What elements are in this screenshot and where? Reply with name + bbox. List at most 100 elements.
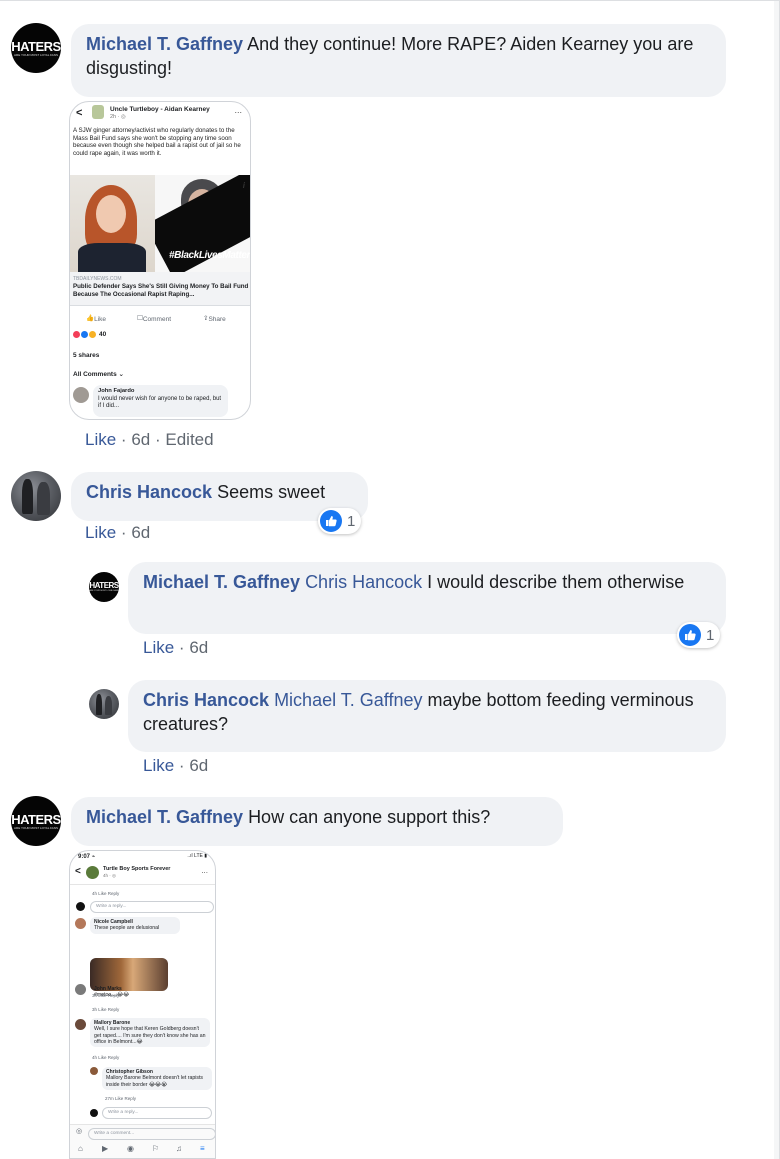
mention-link[interactable]: Chris Hancock <box>305 572 422 592</box>
pages-icon: ⚐ <box>152 1144 160 1153</box>
embedded-shares: 5 shares <box>73 352 100 359</box>
more-options-icon: ... <box>201 866 208 875</box>
embedded-comment-text: #metoo....😂😂 <box>94 992 130 999</box>
embedded-reply-input: Write a reply... <box>102 1107 212 1119</box>
info-icon: i <box>242 181 245 190</box>
embedded-comment-avatar <box>73 387 89 403</box>
reply-bubble: Chris Hancock Michael T. Gaffney maybe b… <box>128 680 726 752</box>
embedded-comment-avatar <box>75 984 86 995</box>
like-link[interactable]: Like <box>143 756 174 775</box>
embedded-comment-avatar <box>75 918 86 929</box>
avatar-logo-subtext: ARE YOUR MOST LOYAL FANS <box>14 825 58 830</box>
embedded-comment-author: John Fajardo <box>98 388 135 394</box>
phone-signal-icon: ..ıl LTE ▮ <box>187 853 207 859</box>
avatar-logo-text: HATERS <box>89 581 119 590</box>
camera-icon: ◎ <box>76 1128 83 1135</box>
like-link[interactable]: Like <box>85 523 116 542</box>
embedded-comment-text: Well, I sure hope that Keren Goldberg do… <box>94 1026 206 1045</box>
comment-timestamp[interactable]: 6d <box>131 430 150 449</box>
menu-icon: ≡ <box>200 1144 205 1153</box>
link-domain: TBDAILYNEWS.COM <box>73 276 122 282</box>
reaction-summary[interactable]: 1 <box>677 622 721 648</box>
page-profile-icon <box>92 105 104 119</box>
embedded-comment-meta: 27m Like Reply <box>105 1096 137 1101</box>
comment-meta: Like · 6d <box>143 638 208 658</box>
embedded-share-action: ⇪ Share <box>203 315 226 323</box>
comment-author-link[interactable]: Michael T. Gaffney <box>86 34 243 54</box>
back-arrow-icon: < <box>76 107 83 119</box>
comment-text: Seems sweet <box>217 482 326 502</box>
avatar[interactable]: HATERS ARE YOUR MOST LOYAL FANS <box>11 796 61 846</box>
embedded-page-name: Turtle Boy Sports Forever <box>103 866 171 872</box>
meta-separator: · <box>178 638 185 657</box>
embedded-comment-meta: 4h Like Reply <box>92 1055 120 1060</box>
avatar-logo-subtext: ARE YOUR MOST LOYAL FANS <box>89 590 119 592</box>
comment-attachment-screenshot[interactable]: 9:07 ⌁ ..ıl LTE ▮ < Turtle Boy Sports Fo… <box>69 850 216 1159</box>
embedded-comment-avatar <box>76 902 85 911</box>
embedded-reactions: 40 <box>73 331 106 338</box>
comment-timestamp[interactable]: 6d <box>189 756 208 775</box>
back-arrow-icon: < <box>75 866 81 877</box>
groups-icon: ◉ <box>127 1144 134 1153</box>
like-link[interactable]: Like <box>143 638 174 657</box>
photo-woman-gray-hair: #BlackLivesMatter i <box>155 175 251 272</box>
reply-bubble: Michael T. Gaffney Chris Hancock I would… <box>128 562 726 634</box>
comment-timestamp[interactable]: 6d <box>189 638 208 657</box>
more-options-icon: ... <box>234 105 242 115</box>
embedded-action-bar: 👍 Like ☐ Comment ⇪ Share <box>70 312 250 326</box>
mention-link[interactable]: Michael T. Gaffney <box>274 690 422 710</box>
comment-attachment-screenshot[interactable]: < Uncle Turtleboy - Aidan Kearney 2h · ◎… <box>69 101 251 420</box>
embedded-post-photos: #BlackLivesMatter i <box>70 175 251 272</box>
embedded-post-time: 2h · ◎ <box>110 114 126 120</box>
avatar[interactable]: HATERS ARE YOUR MOST LOYAL FANS <box>89 572 119 602</box>
embedded-post-header: < Turtle Boy Sports Forever 4h · ◎ ... <box>70 863 215 885</box>
comment-author-link[interactable]: Chris Hancock <box>86 482 212 502</box>
embedded-post-text: A SJW ginger attorney/activist who regul… <box>73 127 241 157</box>
comment-author-link[interactable]: Michael T. Gaffney <box>86 807 243 827</box>
avatar[interactable] <box>11 471 61 521</box>
embedded-comment-text: I would never wish for anyone to be rape… <box>98 395 222 410</box>
embedded-post-header: < Uncle Turtleboy - Aidan Kearney 2h · ◎… <box>70 102 250 126</box>
embedded-comment-bubble: Christopher Gibson Mallory Barone Belmon… <box>102 1067 212 1090</box>
link-title: Public Defender Says She's Still Giving … <box>73 283 249 298</box>
scrollbar-track[interactable] <box>774 0 780 1159</box>
embedded-link-preview: TBDAILYNEWS.COM Public Defender Says She… <box>70 272 250 306</box>
embedded-comment-bubble: John Fajardo I would never wish for anyo… <box>93 385 228 417</box>
comment-timestamp[interactable]: 6d <box>131 523 150 542</box>
embedded-comment-meta: 3h Like Reply <box>92 1007 120 1012</box>
meta-separator: · <box>154 430 161 449</box>
avatar[interactable] <box>89 689 119 719</box>
page-profile-icon <box>86 866 99 879</box>
comment-text: I would describe them otherwise <box>427 572 685 592</box>
embedded-post-time: 4h · ◎ <box>103 873 116 878</box>
embedded-page-name: Uncle Turtleboy - Aidan Kearney <box>110 106 210 113</box>
like-link[interactable]: Like <box>85 430 116 449</box>
embedded-comment-bubble: John Marks #metoo....😂😂 <box>90 984 152 1001</box>
phone-status-time: 9:07 ⌁ <box>78 854 96 860</box>
embedded-comment-text: These people are delusional <box>94 925 160 932</box>
edited-label[interactable]: Edited <box>165 430 213 449</box>
meta-separator: · <box>120 430 127 449</box>
comment-meta: Like · 6d <box>85 523 150 543</box>
embedded-comment-text: Mallory Barone Belmont doesn't let rapis… <box>106 1075 204 1088</box>
comment-author-link[interactable]: Chris Hancock <box>143 690 269 710</box>
comment-meta: Like · 6d · Edited <box>85 430 214 450</box>
embedded-comment-avatar <box>90 1067 98 1075</box>
comment-bubble: Michael T. Gaffney And they continue! Mo… <box>71 24 726 97</box>
embedded-comment-bubble: Mallory Barone Well, I sure hope that Ke… <box>90 1018 210 1048</box>
home-icon: ⌂ <box>78 1144 83 1153</box>
embedded-comment-bubble: Nicole Campbell These people are delusio… <box>90 917 180 934</box>
notifications-icon: ♫ <box>176 1144 182 1153</box>
comment-bubble: Michael T. Gaffney How can anyone suppor… <box>71 797 563 846</box>
avatar-logo-text: HATERS <box>11 811 61 827</box>
embedded-comment-avatar <box>90 1109 98 1117</box>
reaction-count: 1 <box>347 512 356 530</box>
reaction-summary[interactable]: 1 <box>318 508 362 534</box>
photo-overlay-text: #BlackLivesMatter <box>169 250 251 261</box>
embedded-comment-avatar <box>75 1019 86 1030</box>
comment-text: How can anyone support this? <box>248 807 491 827</box>
embedded-like-action: 👍 Like <box>86 315 107 323</box>
comment-author-link[interactable]: Michael T. Gaffney <box>143 572 300 592</box>
embedded-comment-filter: All Comments ⌄ <box>73 371 124 378</box>
avatar[interactable]: HATERS ARE YOUR MOST LOYAL FANS <box>11 23 61 73</box>
